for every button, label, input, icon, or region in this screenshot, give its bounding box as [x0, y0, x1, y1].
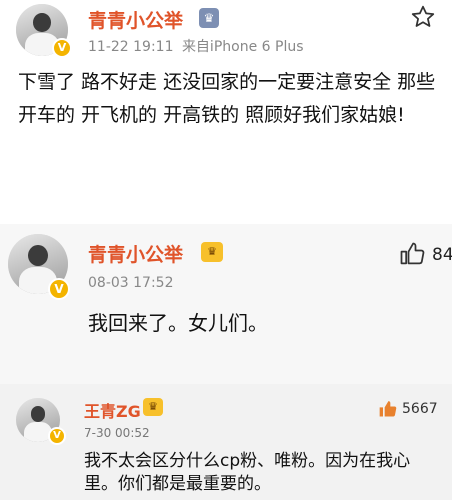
thumbs-up-icon[interactable]: [378, 399, 398, 423]
comment-item: V 王青ZG ♛ 7-30 00:52 5667 我不太会区分什么cp粉、唯粉。…: [0, 384, 452, 500]
weibo-post: V 青青小公举 ♛ 08-03 17:52 84 我回来了。女儿们。: [0, 224, 452, 384]
star-icon[interactable]: [410, 4, 436, 36]
timestamp: 7-30 00:52: [84, 426, 150, 440]
like-count: 84: [432, 245, 452, 265]
post-text: 我回来了。女儿们。: [88, 311, 268, 335]
username[interactable]: 青青小公举: [88, 6, 183, 33]
member-crown-icon: ♛: [143, 398, 163, 416]
member-crown-icon: ♛: [199, 8, 219, 28]
like-count: 5667: [402, 401, 438, 417]
thumbs-up-icon[interactable]: [398, 240, 426, 272]
post-source: 来自iPhone 6 Plus: [181, 39, 304, 55]
verified-badge: V: [48, 278, 70, 300]
verified-badge: V: [52, 38, 72, 58]
timestamp: 08-03 17:52: [88, 275, 174, 291]
post-timestamp: 11-22 19:11 来自iPhone 6 Plus: [88, 36, 304, 56]
username[interactable]: 王青ZG: [84, 398, 141, 422]
timestamp: 11-22 19:11: [88, 39, 174, 55]
member-crown-icon: ♛: [201, 242, 223, 262]
username[interactable]: 青青小公举: [88, 240, 183, 267]
comment-text: 我不太会区分什么cp粉、唯粉。因为在我心里。你们都是最重要的。: [84, 451, 411, 494]
verified-badge: V: [48, 427, 66, 445]
weibo-post: V 青青小公举 ♛ 11-22 19:11 来自iPhone 6 Plus 下雪…: [0, 0, 452, 224]
post-text: 下雪了 路不好走 还没回家的一定要注意安全 那些开车的 开飞机的 开高铁的 照顾…: [18, 71, 436, 126]
